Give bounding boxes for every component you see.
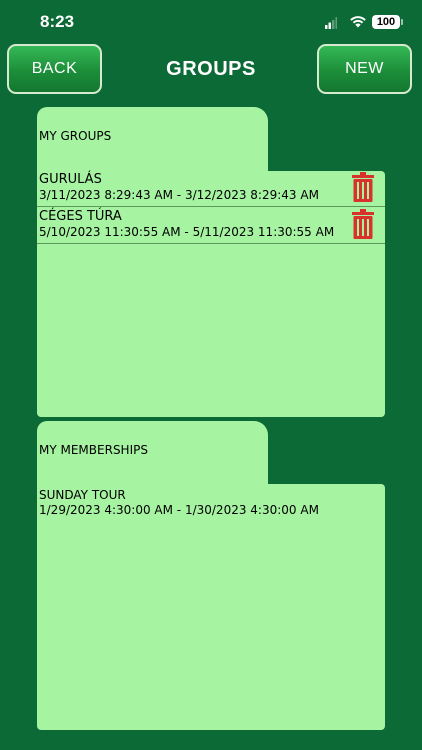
group-row[interactable]: GURULÁS 3/11/2023 8:29:43 AM - 3/12/2023… — [37, 171, 385, 207]
my-memberships-title: MY MEMBERSHIPS — [39, 443, 148, 457]
status-time: 8:23 — [40, 12, 75, 31]
membership-row[interactable]: SUNDAY TOUR 1/29/2023 4:30:00 AM - 1/30/… — [37, 487, 385, 523]
battery-tip — [401, 19, 403, 25]
group-dates: 5/10/2023 11:30:55 AM - 5/11/2023 11:30:… — [39, 225, 335, 239]
wifi-icon — [350, 16, 366, 28]
group-name: CÉGES TÚRA — [39, 209, 122, 224]
my-groups-title: MY GROUPS — [39, 129, 112, 143]
row-divider — [37, 243, 385, 244]
group-row[interactable]: CÉGES TÚRA 5/10/2023 11:30:55 AM - 5/11/… — [37, 208, 385, 244]
trash-icon[interactable] — [352, 209, 374, 239]
trash-icon[interactable] — [352, 172, 374, 202]
status-bar: 8:23 100 — [0, 0, 422, 44]
group-dates: 3/11/2023 8:29:43 AM - 3/12/2023 8:29:43… — [39, 188, 319, 202]
group-name: GURULÁS — [39, 172, 102, 187]
membership-dates: 1/29/2023 4:30:00 AM - 1/30/2023 4:30:00… — [39, 503, 319, 517]
cellular-signal-icon — [325, 17, 337, 29]
battery-icon: 100 — [372, 15, 400, 29]
row-divider — [37, 206, 385, 207]
new-button[interactable]: NEW — [317, 44, 412, 94]
membership-name: SUNDAY TOUR — [39, 488, 126, 502]
